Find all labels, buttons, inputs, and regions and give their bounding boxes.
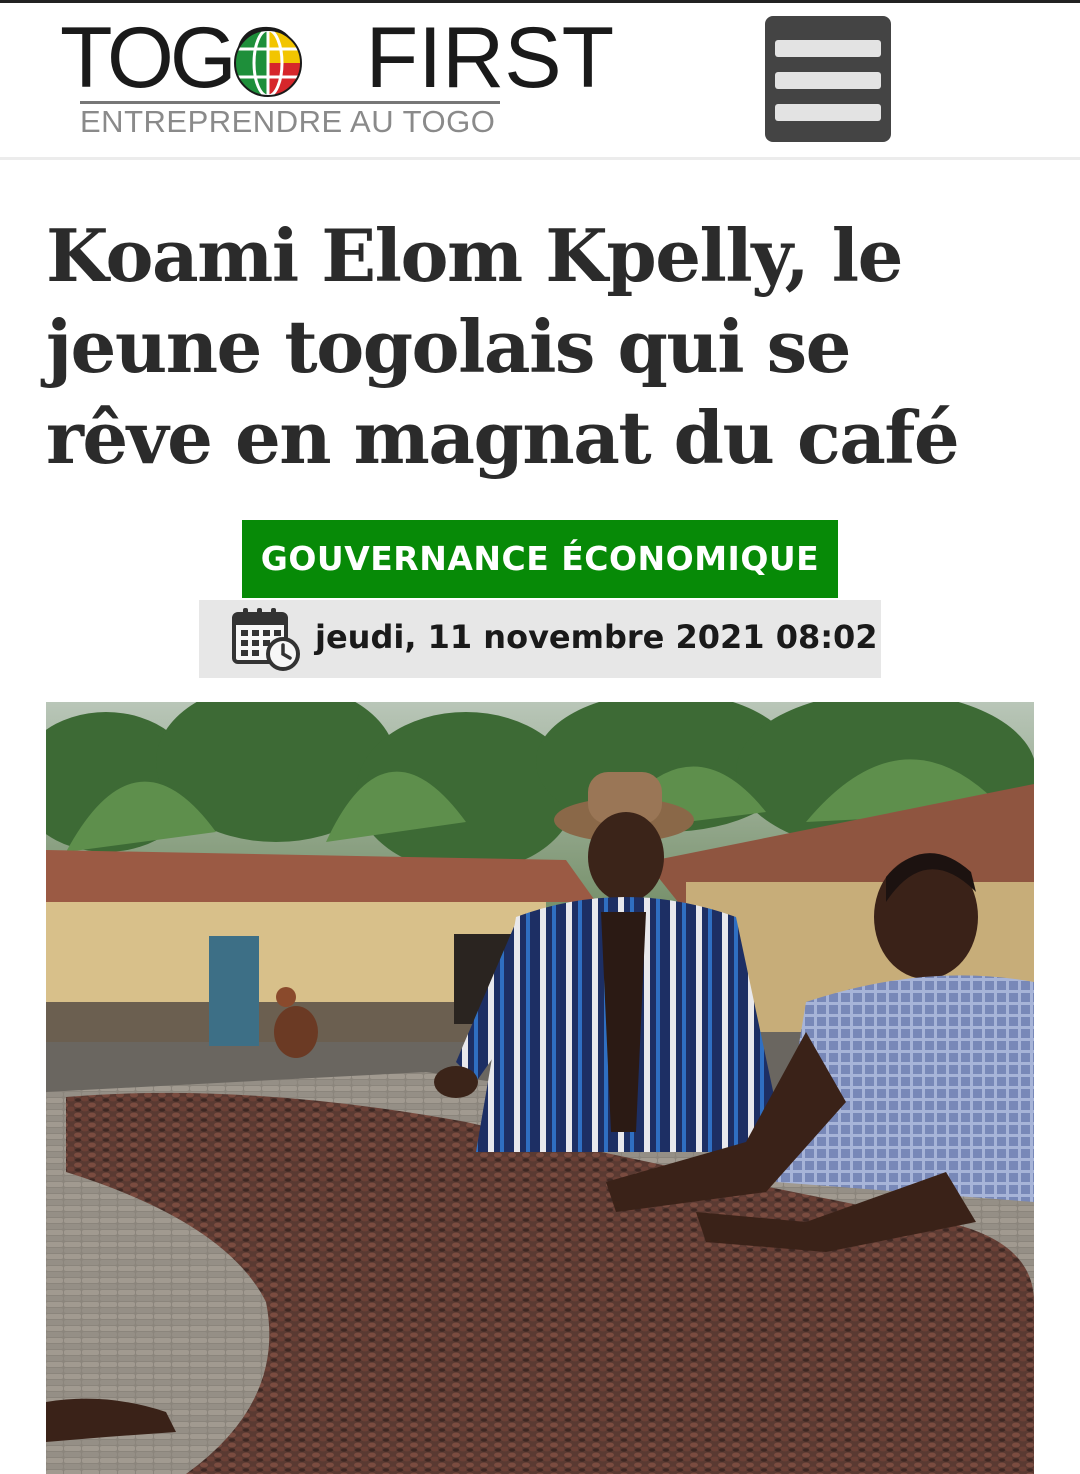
globe-icon xyxy=(234,29,302,97)
article-title: Koami Elom Kpelly, le jeune togolais qui… xyxy=(46,213,960,480)
date-text: jeudi, 11 novembre 2021 08:02 xyxy=(315,618,878,656)
site-header: TOGO FIRST ENTREPRENDRE AU TOGO xyxy=(0,3,1080,160)
article-image[interactable] xyxy=(46,702,1034,1474)
category-badge[interactable]: GOUVERNANCE ÉCONOMIQUE xyxy=(242,520,838,598)
menu-bar-icon xyxy=(775,104,881,121)
article-photo xyxy=(46,702,1034,1474)
logo-first-text: FIRST xyxy=(365,10,615,106)
logo-wordmark: TOGO FIRST xyxy=(60,13,614,103)
site-logo[interactable]: TOGO FIRST ENTREPRENDRE AU TOGO xyxy=(60,13,614,145)
menu-bar-icon xyxy=(775,72,881,89)
calendar-clock-icon xyxy=(232,608,300,671)
publish-date: jeudi, 11 novembre 2021 08:02 xyxy=(199,600,881,678)
menu-bar-icon xyxy=(775,40,881,57)
hamburger-menu-button[interactable] xyxy=(765,16,891,142)
logo-tagline: ENTREPRENDRE AU TOGO xyxy=(80,104,496,139)
